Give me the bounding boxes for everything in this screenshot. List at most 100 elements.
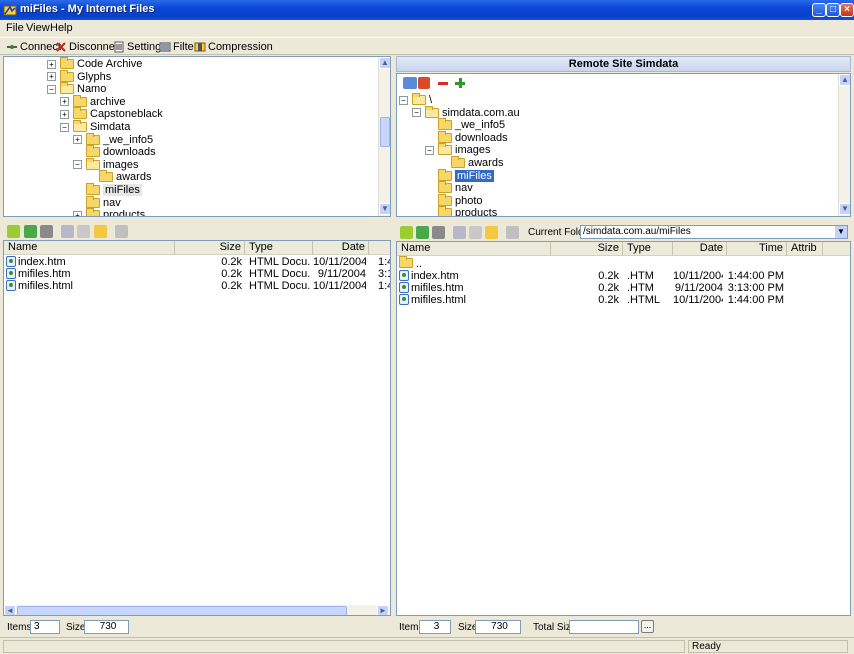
folder-icon xyxy=(438,118,452,131)
delete-icon[interactable] xyxy=(77,225,90,238)
menu-view[interactable]: View xyxy=(26,22,50,34)
expand-icon[interactable]: + xyxy=(47,72,56,82)
scroll-down-icon[interactable]: ▼ xyxy=(839,203,850,215)
col-name[interactable]: Name xyxy=(4,241,175,255)
scroll-thumb[interactable] xyxy=(380,117,390,147)
local-tree-item[interactable]: + Glyphs xyxy=(47,69,111,83)
maximize-button[interactable]: □ xyxy=(826,3,840,17)
collapse-icon[interactable]: − xyxy=(73,160,82,170)
refresh-icon[interactable] xyxy=(7,225,20,238)
remote-tree-item[interactable]: _we_info5 xyxy=(425,118,505,131)
scroll-left-icon[interactable]: ◄ xyxy=(4,605,16,615)
col-time[interactable] xyxy=(369,241,390,255)
local-tree-item[interactable]: + _we_info5 xyxy=(73,132,153,146)
col-date[interactable]: Date xyxy=(313,241,369,255)
upload-icon[interactable] xyxy=(115,225,128,238)
col-time[interactable]: Time xyxy=(727,242,787,256)
undo-icon[interactable] xyxy=(453,226,466,239)
parent-folder-row[interactable]: .. xyxy=(399,256,422,270)
file-row[interactable]: mifiles.htm 0.2k HTML Docu... 9/11/2004 3:1 xyxy=(4,268,390,280)
download-icon[interactable] xyxy=(506,226,519,239)
collapse-icon[interactable]: − xyxy=(425,145,434,155)
plus-icon[interactable] xyxy=(455,78,465,88)
scroll-right-icon[interactable]: ► xyxy=(377,605,389,615)
remote-tree-item[interactable]: photo xyxy=(425,193,483,207)
scroll-thumb[interactable] xyxy=(17,606,347,615)
cell-text: 0.2k xyxy=(221,280,242,292)
scroll-up-icon[interactable]: ▲ xyxy=(379,57,390,69)
col-type[interactable]: Type xyxy=(245,241,313,255)
remote-tree-item[interactable]: − images xyxy=(425,143,490,156)
remote-tree-item[interactable]: miFiles xyxy=(425,168,494,182)
compression-button[interactable]: Compression xyxy=(194,40,273,54)
local-tree-item[interactable]: + products xyxy=(73,208,145,216)
col-size[interactable]: Size xyxy=(175,241,245,255)
new-folder-icon[interactable] xyxy=(94,225,107,238)
cell-time: 1:44:00 PM xyxy=(727,270,784,282)
delete-icon[interactable] xyxy=(469,226,482,239)
cell-type: HTML Docu... xyxy=(249,280,311,292)
local-tree-item[interactable]: + Capstoneblack xyxy=(60,107,163,120)
cell-size: 0.2k xyxy=(175,256,242,268)
scroll-down-icon[interactable]: ▼ xyxy=(379,203,390,215)
collapse-icon[interactable] xyxy=(403,77,417,89)
menu-file[interactable]: File xyxy=(6,22,24,34)
expand-icon[interactable]: + xyxy=(60,109,69,119)
chevron-down-icon[interactable]: ▼ xyxy=(835,226,847,238)
remote-tree-item[interactable]: − \ xyxy=(399,93,432,106)
local-tree-item[interactable]: miFiles xyxy=(73,183,142,196)
remote-tree-item[interactable]: downloads xyxy=(425,130,508,144)
local-hscrollbar[interactable]: ◄ ► xyxy=(4,605,390,615)
local-tree-item[interactable]: awards xyxy=(86,170,151,183)
local-tree-item[interactable]: − Simdata xyxy=(60,120,130,133)
local-tree-item[interactable]: + Code Archive xyxy=(47,57,142,70)
file-row[interactable]: index.htm 0.2k HTML Docu...10/11/2004 1:4 xyxy=(4,256,390,268)
col-date[interactable]: Date xyxy=(673,242,727,256)
undo-icon[interactable] xyxy=(61,225,74,238)
connect-button[interactable]: Connect xyxy=(6,40,61,54)
file-row[interactable]: index.htm 0.2k .HTM 10/11/2004 1:44:00 PM xyxy=(397,270,847,282)
col-type[interactable]: Type xyxy=(623,242,673,256)
menu-help[interactable]: Help xyxy=(50,22,73,34)
local-tree-scrollbar[interactable]: ▲ ▼ xyxy=(378,57,390,216)
expand-icon[interactable]: + xyxy=(60,97,69,107)
collapse-icon[interactable]: − xyxy=(399,95,408,105)
remote-tree-item[interactable]: nav xyxy=(425,181,473,194)
minimize-button[interactable]: _ xyxy=(812,3,826,17)
expand-icon[interactable]: + xyxy=(73,210,82,216)
expand-icon[interactable]: + xyxy=(47,59,56,69)
refresh-icon[interactable] xyxy=(400,226,413,239)
remove-icon[interactable] xyxy=(418,77,430,89)
attach-icon[interactable] xyxy=(432,226,445,239)
collapse-icon[interactable]: − xyxy=(47,84,56,94)
file-row[interactable]: mifiles.html 0.2k HTML Docu... 10/11/2004 1:… xyxy=(4,280,390,292)
remote-tree-item[interactable]: − simdata.com.au xyxy=(412,105,520,119)
expand-icon[interactable]: + xyxy=(73,135,82,145)
local-tree-item[interactable]: − images xyxy=(73,157,138,171)
total-size-button[interactable]: ... xyxy=(641,620,654,633)
remote-tree-item[interactable]: awards xyxy=(438,156,503,169)
col-name[interactable]: Name xyxy=(397,242,551,256)
attach-icon[interactable] xyxy=(40,225,53,238)
minus-icon[interactable] xyxy=(438,82,448,85)
current-folder-select[interactable]: /simdata.com.au/miFiles ▼ xyxy=(580,225,848,239)
remote-tree-item[interactable]: products xyxy=(425,206,497,216)
file-row[interactable]: mifiles.html 0.2k .HTML 10/11/2004 1:44:00 P… xyxy=(397,294,847,306)
cell-text: mifiles.htm xyxy=(411,282,464,294)
filter-button[interactable]: Filter xyxy=(159,40,197,54)
col-attrib[interactable]: Attrib xyxy=(787,242,823,256)
col-size[interactable]: Size xyxy=(551,242,623,256)
collapse-icon[interactable]: − xyxy=(60,122,69,132)
local-tree-item[interactable]: + archive xyxy=(60,94,125,108)
new-folder-icon[interactable] xyxy=(485,226,498,239)
sync-icon[interactable] xyxy=(416,226,429,239)
close-button[interactable]: × xyxy=(840,3,854,17)
scroll-up-icon[interactable]: ▲ xyxy=(839,74,850,86)
collapse-icon[interactable]: − xyxy=(412,108,421,118)
local-tree-item[interactable]: nav xyxy=(73,195,121,209)
local-tree-item[interactable]: downloads xyxy=(73,145,156,158)
sync-icon[interactable] xyxy=(24,225,37,238)
local-tree-item[interactable]: − Namo xyxy=(47,82,106,95)
remote-tree-scrollbar[interactable]: ▲ ▼ xyxy=(838,74,850,216)
file-row[interactable]: mifiles.htm 0.2k .HTM 9/11/2004 3:13:00 PM xyxy=(397,282,847,294)
